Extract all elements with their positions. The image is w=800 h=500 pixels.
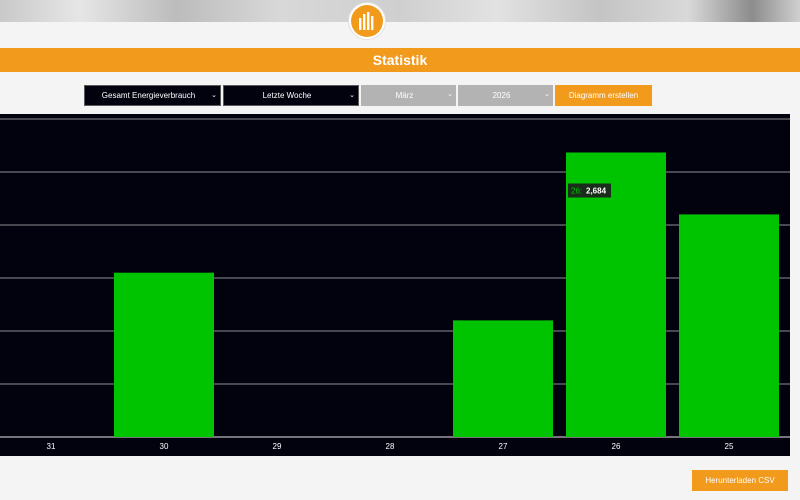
x-tick-label: 31: [47, 442, 56, 451]
bar-chart-icon: [359, 12, 374, 30]
chevron-down-icon: ⌄: [447, 91, 453, 98]
x-tick-label: 25: [725, 442, 734, 451]
month-select-value: März: [395, 91, 414, 100]
bar-chart-svg: 31 30 29 28 27 26 25 26: 2,684: [0, 118, 790, 451]
chevron-down-icon: ⌄: [544, 91, 550, 98]
x-tick-label: 30: [160, 442, 169, 451]
type-select[interactable]: Gesamt Energieverbrauch ⌄: [84, 85, 221, 106]
bar-chart: 31 30 29 28 27 26 25 26: 2,684: [0, 114, 790, 456]
chart-controls: Gesamt Energieverbrauch ⌄ Letzte Woche ⌄…: [84, 85, 652, 106]
x-tick-label: 28: [386, 442, 395, 451]
period-select-value: Letzte Woche: [262, 91, 312, 100]
period-select[interactable]: Letzte Woche ⌄: [223, 85, 359, 106]
download-csv-button-label: Herunterladen CSV: [705, 476, 775, 485]
year-select[interactable]: 2026 ⌄: [458, 85, 553, 106]
page-title-bar: Statistik: [0, 48, 800, 72]
tooltip-label: 26:: [571, 186, 582, 195]
header-background-image: [0, 0, 800, 22]
app-logo[interactable]: [348, 2, 386, 40]
page-title: Statistik: [372, 52, 428, 68]
bar-30[interactable]: [114, 272, 214, 437]
x-tick-label: 27: [499, 442, 508, 451]
x-tick-label: 26: [612, 442, 621, 451]
bar-25[interactable]: [679, 214, 779, 437]
chevron-down-icon: ⌄: [349, 92, 355, 99]
tooltip-value: 2,684: [586, 186, 607, 195]
year-select-value: 2026: [492, 91, 511, 100]
create-chart-button[interactable]: Diagramm erstellen: [555, 85, 652, 106]
type-select-value: Gesamt Energieverbrauch: [101, 91, 196, 100]
month-select[interactable]: März ⌄: [361, 85, 456, 106]
chevron-down-icon: ⌄: [211, 92, 217, 99]
x-tick-label: 29: [273, 442, 282, 451]
download-csv-button[interactable]: Herunterladen CSV: [692, 470, 788, 491]
bar-27[interactable]: [453, 320, 553, 437]
create-chart-button-label: Diagramm erstellen: [568, 91, 639, 100]
